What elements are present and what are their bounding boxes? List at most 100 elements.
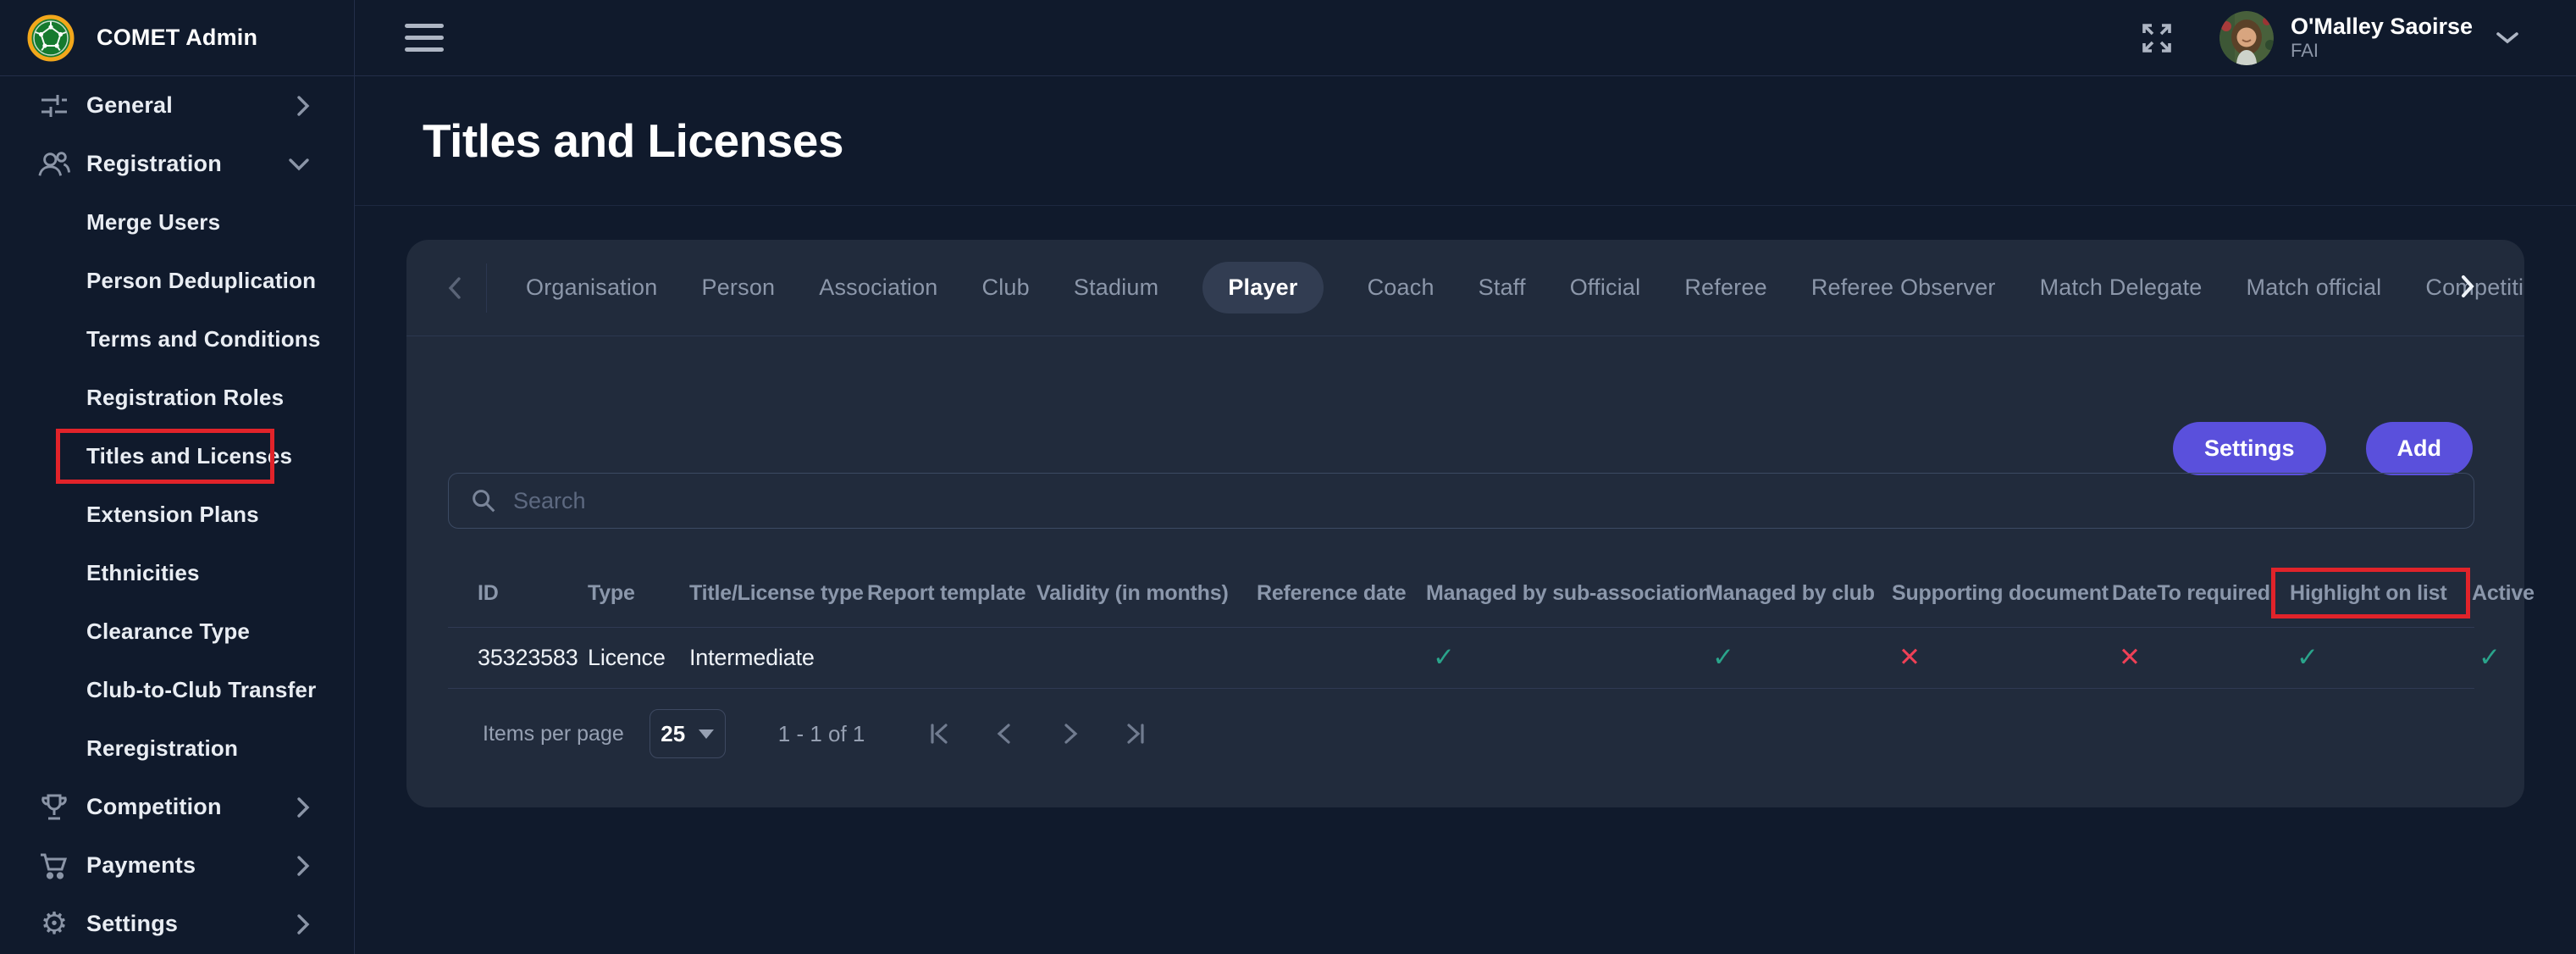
previous-page-icon[interactable] [987,717,1022,751]
chevron-down-icon [288,158,310,171]
check-icon: ✓ [1426,645,1705,671]
chevron-down-icon [2495,30,2520,47]
page-toolbar: Titles and Licenses [355,76,2576,206]
tab-person[interactable]: Person [702,275,776,301]
user-name: O'Malley Saoirse [2291,15,2473,38]
cell-id: 35323583 [478,645,588,671]
page-range-label: 1 - 1 of 1 [778,721,865,747]
sidebar-item-competition[interactable]: Competition [0,778,354,836]
sidebar-item-reregistration[interactable]: Reregistration [0,719,354,778]
cell-type: Licence [588,645,689,671]
column-supporting-document: Supporting document [1892,581,2112,606]
check-icon: ✓ [1705,645,1892,671]
search-bar[interactable] [448,473,2474,529]
cart-icon [37,851,71,881]
tab-association[interactable]: Association [819,275,937,301]
comet-logo-icon [27,14,75,62]
tab-match-delegate[interactable]: Match Delegate [2040,275,2203,301]
search-icon [469,486,498,515]
sidebar-item-registration[interactable]: Registration [0,135,354,193]
menu-toggle-button[interactable] [400,19,449,57]
gear-icon: ⚙ [37,909,71,940]
column-report-template: Report template [867,581,1036,606]
caret-down-icon [699,729,714,739]
last-page-icon[interactable] [1119,717,1154,751]
app-window: COMET Admin [0,0,2576,954]
column-title-license-type: Title/License type [689,581,867,606]
page-size-value: 25 [661,721,685,747]
column-dateto-required: DateTo required [2112,581,2290,606]
chevron-right-icon [296,95,310,117]
card-actions: Settings Add [406,422,2524,475]
content-area: Organisation Person Association Club Sta… [355,206,2576,954]
sidebar-item-payments[interactable]: Payments [0,836,354,895]
sidebar-item-terms-and-conditions[interactable]: Terms and Conditions [0,310,354,369]
trophy-icon [37,792,71,823]
items-per-page-label: Items per page [483,722,624,746]
user-menu[interactable]: O'Malley Saoirse FAI [2219,11,2576,65]
tab-staff[interactable]: Staff [1479,275,1526,301]
sidebar-item-titles-and-licenses[interactable]: Titles and Licenses [0,427,354,485]
user-org: FAI [2291,42,2473,60]
search-input[interactable] [513,488,2453,514]
column-reference-date: Reference date [1257,581,1426,606]
sidebar-item-label: General [86,92,173,119]
cross-icon: ✕ [2112,645,2290,671]
tabs-scroll-left-icon[interactable] [447,275,462,301]
tabs-scroll-right-icon[interactable] [2460,274,2475,299]
check-icon: ✓ [2472,645,2501,671]
paginator: Items per page 25 1 - 1 of 1 [483,704,2474,763]
check-icon: ✓ [2290,645,2472,671]
first-page-icon[interactable] [920,717,956,751]
sidebar-item-general[interactable]: General [0,76,354,135]
column-highlight-on-list: Highlight on list [2290,581,2472,606]
user-info: O'Malley Saoirse FAI [2291,15,2473,60]
tab-coach[interactable]: Coach [1368,275,1434,301]
add-button[interactable]: Add [2366,422,2473,475]
sidebar-item-clearance-type[interactable]: Clearance Type [0,602,354,661]
tabs: Organisation Person Association Club Sta… [526,262,2524,313]
content-card: Organisation Person Association Club Sta… [406,240,2524,807]
sidebar: General Registration [0,76,355,954]
column-validity: Validity (in months) [1036,581,1257,606]
next-page-icon[interactable] [1053,717,1088,751]
tab-stadium[interactable]: Stadium [1074,275,1158,301]
sidebar-item-settings[interactable]: ⚙ Settings [0,895,354,953]
column-managed-by-club: Managed by club [1705,581,1892,606]
tab-organisation[interactable]: Organisation [526,275,658,301]
sidebar-item-label: Registration [86,151,222,177]
tune-icon [37,91,71,121]
page-size-select[interactable]: 25 [650,709,726,758]
sidebar-item-ethnicities[interactable]: Ethnicities [0,544,354,602]
chevron-right-icon [296,855,310,877]
avatar [2219,11,2274,65]
top-header: COMET Admin [0,0,2576,76]
cell-title-license-type: Intermediate [689,645,867,671]
page-title: Titles and Licenses [423,114,843,168]
settings-button[interactable]: Settings [2173,422,2326,475]
sidebar-item-club-to-club-transfer[interactable]: Club-to-Club Transfer [0,661,354,719]
sidebar-item-registration-roles[interactable]: Registration Roles [0,369,354,427]
tab-referee-observer[interactable]: Referee Observer [1811,275,1996,301]
tab-club[interactable]: Club [982,275,1030,301]
main-area: Titles and Licenses Organisation Person … [355,76,2576,954]
column-active: Active [2472,581,2535,606]
brand-area: COMET Admin [0,0,355,75]
column-type: Type [588,581,689,606]
column-id: ID [478,581,588,606]
page-nav [920,717,1154,751]
tab-official[interactable]: Official [1570,275,1641,301]
sidebar-item-merge-users[interactable]: Merge Users [0,193,354,252]
brand-name: COMET Admin [97,25,257,51]
fullscreen-icon[interactable] [2138,19,2175,57]
table-header: ID Type Title/License type Report templa… [448,559,2474,627]
chevron-right-icon [296,796,310,818]
sidebar-item-person-deduplication[interactable]: Person Deduplication [0,252,354,310]
sidebar-item-extension-plans[interactable]: Extension Plans [0,485,354,544]
tab-match-official[interactable]: Match official [2247,275,2382,301]
tab-player[interactable]: Player [1202,262,1323,313]
column-managed-by-sub-association: Managed by sub-association [1426,581,1705,606]
tabs-divider [486,263,487,313]
tab-referee[interactable]: Referee [1684,275,1766,301]
table-row[interactable]: 35323583 Licence Intermediate ✓ ✓ ✕ ✕ ✓ … [448,627,2474,689]
